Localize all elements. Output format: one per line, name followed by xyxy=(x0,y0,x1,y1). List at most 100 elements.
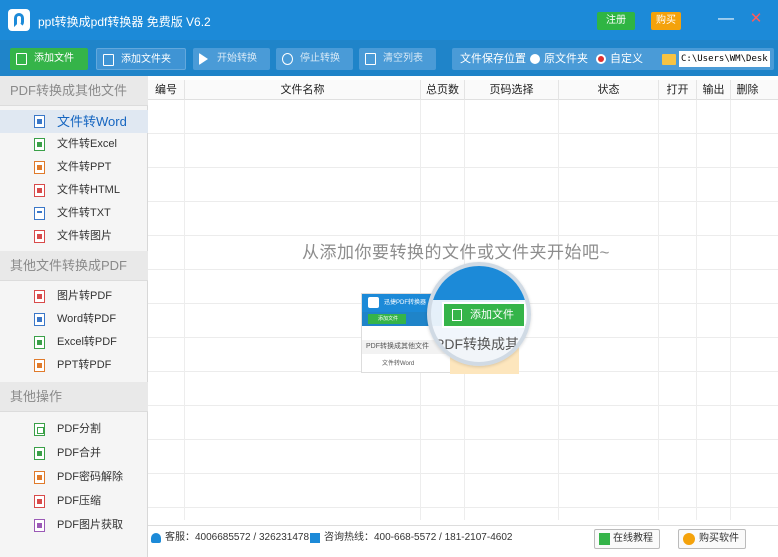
register-button[interactable]: 注册 xyxy=(597,12,635,30)
illustration-add-file: 添加文件 xyxy=(368,314,406,324)
illustration-app-name: 迅捷PDF转换器 xyxy=(384,300,427,306)
column-header-delete[interactable]: 删除 xyxy=(730,80,764,100)
magnifier-bar xyxy=(431,266,527,300)
sidebar-section-pdf-to-other: PDF转换成其他文件 xyxy=(0,76,148,106)
play-icon xyxy=(199,53,208,65)
column-header-output[interactable]: 输出 xyxy=(696,80,730,100)
custom-folder-label[interactable]: 自定义 xyxy=(610,48,643,70)
image-file-icon xyxy=(34,230,45,243)
sidebar-item-to-word[interactable]: 文件转Word xyxy=(0,110,148,133)
save-path-input[interactable] xyxy=(679,51,770,67)
buy-button[interactable]: 购买 xyxy=(651,12,681,30)
buy-software-label: 购买软件 xyxy=(699,533,739,544)
coin-icon xyxy=(683,533,695,545)
magnified-add-file-label: 添加文件 xyxy=(470,309,514,321)
sidebar-item-to-txt[interactable]: 文件转TXT xyxy=(0,202,148,225)
trash-icon xyxy=(365,53,376,65)
sidebar-item-word-to-pdf[interactable]: Word转PDF xyxy=(0,308,148,331)
add-file-button[interactable]: 添加文件 xyxy=(10,48,88,70)
sidebar-item-label: PDF压缩 xyxy=(57,495,101,507)
table-row xyxy=(148,100,778,134)
custom-folder-radio[interactable] xyxy=(596,54,606,64)
table-row xyxy=(148,372,778,406)
add-file-label: 添加文件 xyxy=(34,53,74,64)
pdf-image-icon xyxy=(34,519,45,532)
sidebar-item-label: 文件转Word xyxy=(57,114,127,129)
online-tutorial-button[interactable]: 在线教程 xyxy=(594,529,660,549)
close-icon[interactable]: ✕ xyxy=(748,10,764,28)
table-row xyxy=(148,202,778,236)
app-title: ppt转换成pdf转换器 免费版 V6.2 xyxy=(38,15,211,29)
column-divider xyxy=(658,100,659,520)
sidebar-item-pdf-unlock[interactable]: PDF密码解除 xyxy=(0,466,148,489)
column-header-open[interactable]: 打开 xyxy=(658,80,696,100)
table-row xyxy=(148,406,778,440)
table-row xyxy=(148,440,778,474)
sidebar-section-other-to-pdf: 其他文件转换成PDF xyxy=(0,251,148,281)
sidebar-item-label: Word转PDF xyxy=(57,313,117,325)
sidebar-item-label: 文件转图片 xyxy=(57,230,112,242)
sidebar-item-to-ppt[interactable]: 文件转PPT xyxy=(0,156,148,179)
start-convert-button[interactable]: 开始转换 xyxy=(193,48,270,70)
sidebar-item-label: PPT转PDF xyxy=(57,359,112,371)
column-header-number[interactable]: 编号 xyxy=(148,80,184,100)
stop-convert-button[interactable]: 停止转换 xyxy=(276,48,353,70)
pdf-merge-icon xyxy=(34,447,45,460)
sidebar-item-label: 文件转HTML xyxy=(57,184,120,196)
sidebar-item-pdf-split[interactable]: PDF分割 xyxy=(0,418,148,441)
buy-software-button[interactable]: 购买软件 xyxy=(678,529,746,549)
sidebar-section-other-ops: 其他操作 xyxy=(0,382,148,412)
illustration-sidebar-item: 文件转Word xyxy=(382,361,415,367)
sidebar-item-label: Excel转PDF xyxy=(57,336,117,348)
sidebar-item-to-html[interactable]: 文件转HTML xyxy=(0,179,148,202)
column-header-pages[interactable]: 总页数 xyxy=(420,80,464,100)
add-file-icon xyxy=(16,53,27,65)
add-folder-icon xyxy=(103,54,114,66)
column-header-page-select[interactable]: 页码选择 xyxy=(464,80,558,100)
sidebar-item-excel-to-pdf[interactable]: Excel转PDF xyxy=(0,331,148,354)
sidebar-item-label: PDF图片获取 xyxy=(57,519,123,531)
title-bar: ppt转换成pdf转换器 免费版 V6.2 注册 购买 — ✕ xyxy=(0,0,778,40)
column-header-filename[interactable]: 文件名称 xyxy=(184,80,420,100)
add-folder-button[interactable]: 添加文件夹 xyxy=(96,48,186,70)
ppt-file-icon xyxy=(34,161,45,174)
word-file-icon xyxy=(34,115,45,128)
original-folder-radio[interactable] xyxy=(530,54,540,64)
empty-list-hint: 从添加你要转换的文件或文件夹开始吧~ xyxy=(302,243,610,262)
sidebar-item-pdf-image-extract[interactable]: PDF图片获取 xyxy=(0,514,148,537)
excel-file-icon xyxy=(34,336,45,349)
image-file-icon xyxy=(34,290,45,303)
sidebar-item-ppt-to-pdf[interactable]: PPT转PDF xyxy=(0,354,148,377)
original-folder-label[interactable]: 原文件夹 xyxy=(544,48,588,70)
sidebar-item-image-to-pdf[interactable]: 图片转PDF xyxy=(0,285,148,308)
sidebar-item-pdf-compress[interactable]: PDF压缩 xyxy=(0,490,148,513)
table-row xyxy=(148,474,778,508)
clear-list-button[interactable]: 清空列表 xyxy=(359,48,436,70)
word-file-icon xyxy=(34,313,45,326)
minimize-icon[interactable]: — xyxy=(718,10,734,28)
hotline-info: 咨询热线：400-668-5572 / 181-2107-4602 xyxy=(324,532,513,543)
ppt-file-icon xyxy=(34,359,45,372)
column-header-status[interactable]: 状态 xyxy=(558,80,658,100)
sidebar-item-label: PDF分割 xyxy=(57,423,101,435)
toolbar: 添加文件 添加文件夹 开始转换 停止转换 清空列表 文件保存位置 原文件夹 自定… xyxy=(0,40,778,76)
column-divider xyxy=(558,100,559,520)
txt-file-icon xyxy=(34,207,45,220)
status-bar: 客服：4006685572 / 326231478 咨询热线：400-668-5… xyxy=(148,525,778,557)
magnifier-zoom: 添加文件 PDF转换成其 xyxy=(427,262,531,366)
app-logo-icon xyxy=(368,297,379,308)
pdf-compress-icon xyxy=(34,495,45,508)
sidebar-item-to-image[interactable]: 文件转图片 xyxy=(0,225,148,248)
stop-convert-label: 停止转换 xyxy=(300,53,340,64)
sidebar-item-label: 文件转PPT xyxy=(57,161,112,173)
table-row xyxy=(148,134,778,168)
sidebar: PDF转换成其他文件 文件转Word 文件转Excel 文件转PPT 文件转HT… xyxy=(0,76,148,557)
customer-service-info: 客服：4006685572 / 326231478 xyxy=(165,532,310,543)
magnified-text: PDF转换成其 xyxy=(435,336,519,352)
column-divider xyxy=(730,100,731,520)
sidebar-item-pdf-merge[interactable]: PDF合并 xyxy=(0,442,148,465)
folder-icon[interactable] xyxy=(662,54,676,65)
column-divider xyxy=(184,100,185,520)
sidebar-item-label: 图片转PDF xyxy=(57,290,112,302)
sidebar-item-to-excel[interactable]: 文件转Excel xyxy=(0,133,148,156)
